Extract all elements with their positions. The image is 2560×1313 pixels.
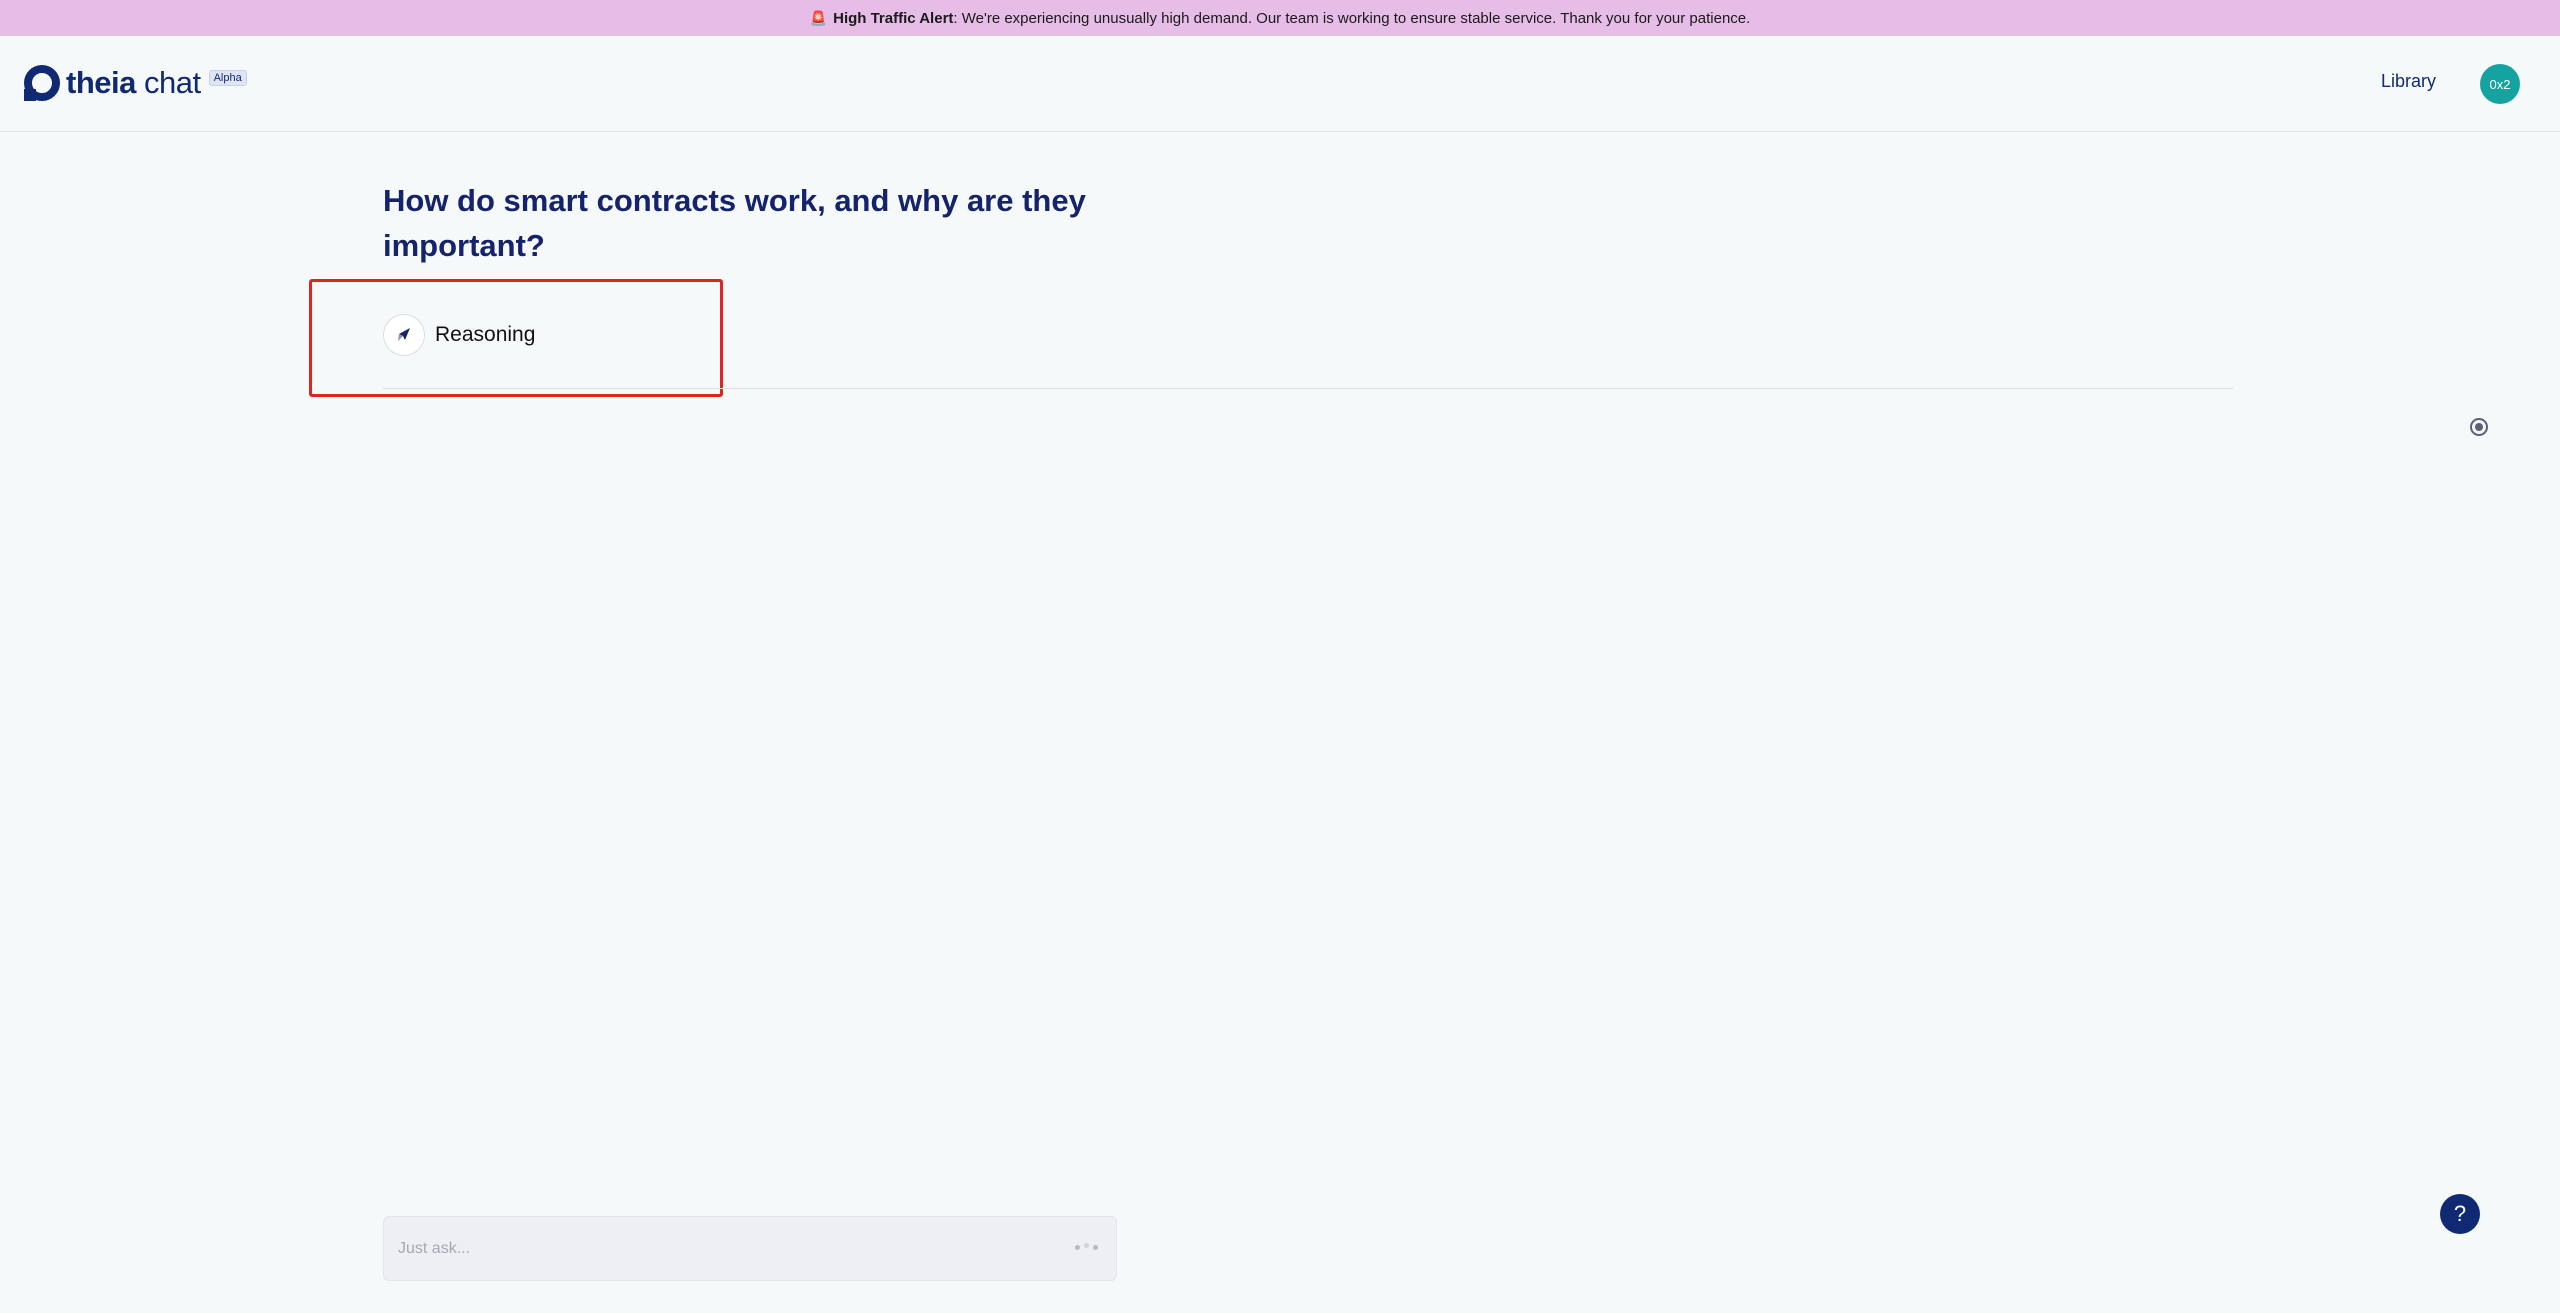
alpha-badge: Alpha [208, 70, 247, 86]
status-indicator-icon [2470, 418, 2488, 436]
traffic-alert-banner: 🚨 High Traffic Alert : We're experiencin… [0, 0, 2560, 36]
logo-text-light: chat [135, 65, 201, 100]
alert-message: : We're experiencing unusually high dema… [953, 9, 1751, 27]
section-divider [383, 388, 2233, 389]
reasoning-label: Reasoning [435, 323, 536, 346]
user-avatar[interactable]: 0x2 [2480, 64, 2520, 104]
help-button[interactable]: ? [2440, 1194, 2480, 1234]
reasoning-toggle[interactable]: Reasoning [383, 314, 535, 356]
question-title: How do smart contracts work, and why are… [383, 183, 1086, 263]
composer [383, 1216, 1117, 1281]
theia-chat-logo[interactable]: theia chat Alpha [24, 65, 247, 101]
alert-title: High Traffic Alert [833, 9, 954, 27]
siren-icon: 🚨 [809, 9, 828, 26]
loading-dots-icon [1075, 1243, 1098, 1250]
logo-text-bold: theia [66, 65, 136, 100]
compass-icon [383, 314, 425, 356]
logo-text: theia chat [66, 65, 201, 101]
ask-input[interactable] [398, 1217, 1018, 1280]
logo-mark-icon [24, 65, 60, 101]
library-link[interactable]: Library [2381, 71, 2436, 92]
top-header: theia chat Alpha Library 0x2 [0, 36, 2560, 132]
